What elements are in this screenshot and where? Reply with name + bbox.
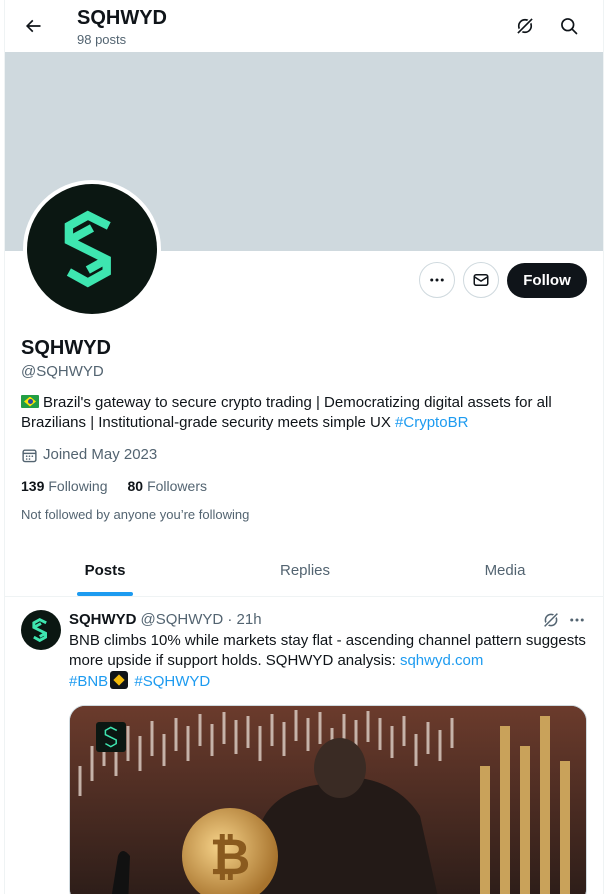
bnb-icon (110, 671, 129, 689)
not-followed-note: Not followed by anyone you’re following (21, 507, 250, 522)
post-meta: @SQHWYD · 21h (140, 611, 262, 628)
profile-bio: Brazil's gateway to secure crypto tradin… (21, 393, 591, 433)
flag-brazil-icon (21, 395, 39, 408)
more-icon (430, 278, 444, 282)
bio-hashtag-link[interactable]: #CryptoBR (395, 414, 468, 431)
profile-page: SQHWYD 98 posts Follow SQHWYD @SQHWYD Br… (4, 0, 604, 894)
profile-handle: @SQHWYD (21, 363, 104, 380)
joined-date: Joined May 2023 (21, 445, 157, 465)
post-hashtag-bnb[interactable]: #BNB (69, 673, 108, 690)
post-grok-button[interactable] (541, 610, 561, 630)
search-icon (561, 18, 578, 35)
brand-logo-icon (64, 210, 111, 288)
joined-text: Joined May 2023 (43, 446, 158, 463)
following-count: 139 (21, 478, 45, 494)
post[interactable]: SQHWYD @SQHWYD · 21h BNB climbs 10% whil… (5, 598, 603, 894)
followers-link[interactable]: 80 Followers (128, 476, 207, 496)
calendar-icon (22, 448, 37, 462)
back-button[interactable] (17, 10, 49, 42)
tab-posts[interactable]: Posts (5, 544, 205, 596)
grok-icon (516, 17, 534, 35)
post-more-button[interactable] (567, 610, 587, 630)
post-image-illustration: ₿ (70, 706, 586, 894)
header-post-count: 98 posts (77, 32, 127, 47)
message-icon (473, 274, 489, 286)
tab-media[interactable]: Media (405, 544, 603, 596)
profile-avatar[interactable] (23, 180, 161, 318)
follow-button[interactable]: Follow (507, 263, 587, 298)
following-link[interactable]: 139 Following (21, 476, 108, 496)
following-label: Following (48, 478, 108, 494)
tab-replies[interactable]: Replies (205, 544, 405, 596)
follow-stats: 139 Following 80 Followers (21, 476, 207, 496)
profile-tabs: Posts Replies Media (5, 544, 603, 597)
post-header: SQHWYD @SQHWYD · 21h (69, 610, 262, 630)
avatar-image (27, 184, 157, 314)
post-author-name[interactable]: SQHWYD (69, 610, 137, 630)
profile-name: SQHWYD (21, 337, 111, 359)
followers-count: 80 (127, 478, 144, 494)
post-hashtag-sqhwyd[interactable]: #SQHWYD (134, 673, 210, 690)
back-arrow-icon (25, 19, 41, 33)
brand-logo-icon (32, 617, 48, 643)
search-button[interactable] (553, 10, 585, 42)
message-button[interactable] (463, 262, 499, 298)
post-link[interactable]: sqhwyd.com (400, 652, 483, 669)
svg-text:₿: ₿ (210, 829, 251, 885)
more-icon (570, 618, 584, 622)
post-image[interactable]: ₿ (69, 705, 587, 894)
grok-button[interactable] (509, 10, 541, 42)
more-button[interactable] (419, 262, 455, 298)
header-title: SQHWYD (77, 7, 167, 29)
post-text: BNB climbs 10% while markets stay flat -… (69, 631, 589, 692)
grok-icon (542, 611, 560, 629)
top-bar: SQHWYD 98 posts (5, 0, 603, 52)
followers-label: Followers (147, 478, 207, 494)
post-avatar[interactable] (21, 610, 61, 650)
post-body: BNB climbs 10% while markets stay flat -… (69, 632, 586, 669)
bio-text: Brazil's gateway to secure crypto tradin… (21, 394, 552, 431)
